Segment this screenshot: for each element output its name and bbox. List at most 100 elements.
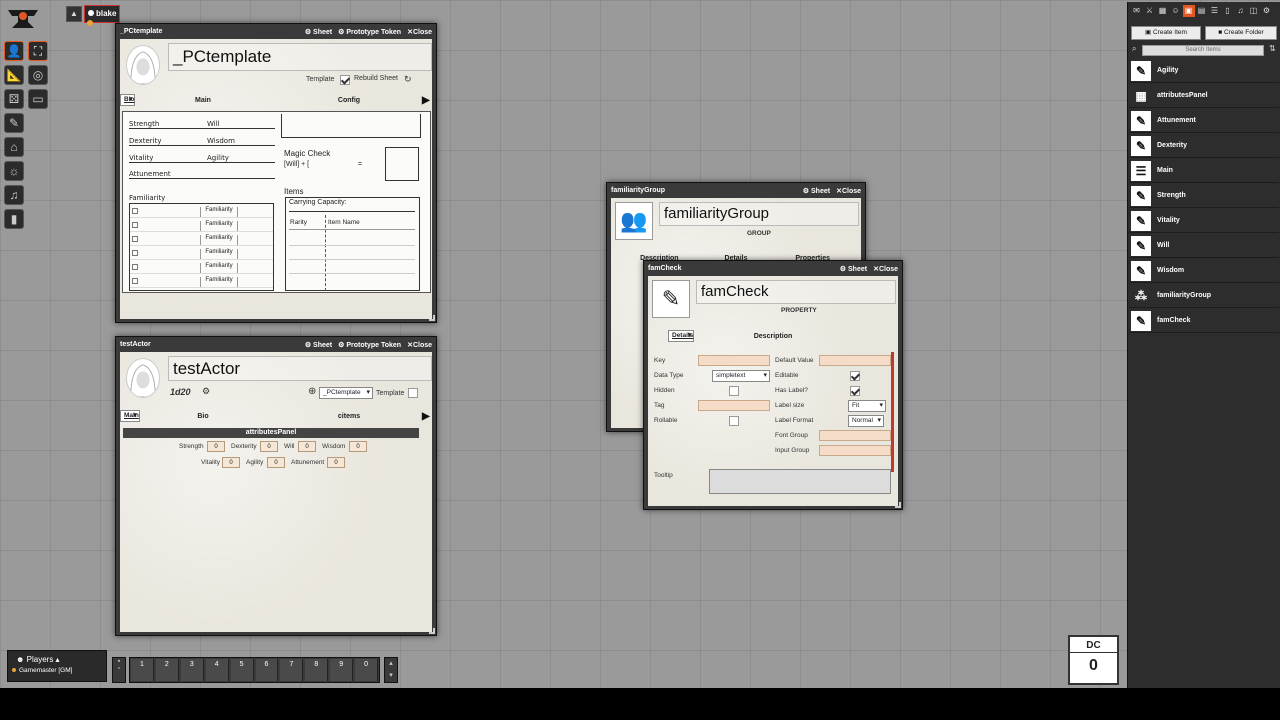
actor-name-field[interactable]: testActor bbox=[168, 356, 432, 381]
collapse-icon[interactable]: ⇅ bbox=[1269, 44, 1276, 53]
actors-icon[interactable]: ☺ bbox=[1170, 5, 1182, 17]
sidebar-item-vitality[interactable]: ✎ Vitality bbox=[1129, 209, 1279, 233]
checkbox[interactable] bbox=[132, 278, 138, 284]
hidden-checkbox[interactable] bbox=[729, 386, 739, 396]
cards-icon[interactable]: ▯ bbox=[1222, 5, 1234, 17]
hotbar-slot[interactable]: 6 bbox=[255, 659, 279, 681]
playlists-icon[interactable]: ♫ bbox=[1235, 5, 1247, 17]
resize-handle[interactable] bbox=[429, 315, 435, 321]
tooltip-textarea[interactable] bbox=[709, 469, 891, 494]
compendium-icon[interactable]: ◫ bbox=[1248, 5, 1260, 17]
checkbox[interactable] bbox=[132, 208, 138, 214]
music-icon[interactable]: ♫ bbox=[4, 185, 24, 205]
sidebar-item-agility[interactable]: ✎ Agility bbox=[1129, 59, 1279, 83]
sidebar-item-will[interactable]: ✎ Will bbox=[1129, 234, 1279, 258]
label-size-select[interactable]: Fit bbox=[848, 400, 886, 412]
bookmark-icon[interactable]: ▮ bbox=[4, 209, 24, 229]
template-checkbox[interactable] bbox=[408, 388, 418, 398]
wisdom-input[interactable]: 0 bbox=[349, 441, 367, 452]
key-input[interactable] bbox=[698, 355, 770, 366]
checkbox[interactable] bbox=[132, 250, 138, 256]
pencil-icon[interactable]: ✎ bbox=[4, 113, 24, 133]
players-panel[interactable]: ☻ Players ▴ Gamemaster [GM] bbox=[7, 650, 107, 682]
tab-description[interactable]: Description bbox=[668, 333, 878, 340]
sidebar-item-familiaritygroup[interactable]: ⁂ familiarityGroup bbox=[1129, 284, 1279, 308]
checkbox[interactable] bbox=[132, 264, 138, 270]
sidebar-item-strength[interactable]: ✎ Strength bbox=[1129, 184, 1279, 208]
window-header[interactable]: testActor ⚙ Sheet ⚙ Prototype Token ✕Clo… bbox=[120, 337, 432, 352]
tab-next-arrow-icon[interactable]: ▶ bbox=[422, 411, 432, 422]
sheet-button[interactable]: ⚙ Sheet bbox=[803, 187, 830, 195]
attunement-input[interactable]: 0 bbox=[327, 457, 345, 468]
hotbar-page-arrows[interactable]: ▴ ▾ bbox=[384, 657, 398, 683]
sidebar-item-attributespanel[interactable]: ▦ attributesPanel bbox=[1129, 84, 1279, 108]
tag-input[interactable] bbox=[698, 400, 770, 411]
window-header[interactable]: familiarityGroup ⚙ Sheet ✕Close bbox=[611, 183, 861, 198]
search-input[interactable]: Search Items bbox=[1142, 45, 1264, 56]
scene-tab[interactable]: blake bbox=[84, 5, 120, 26]
hotbar-slot[interactable]: 3 bbox=[180, 659, 204, 681]
target-icon[interactable]: ◎ bbox=[28, 65, 48, 85]
label-format-select[interactable]: Normal bbox=[848, 415, 884, 427]
scenes-icon[interactable]: ▦ bbox=[1157, 5, 1169, 17]
scrollbar[interactable] bbox=[891, 352, 894, 472]
resize-handle[interactable] bbox=[429, 628, 435, 634]
hotbar-slot[interactable]: 7 bbox=[280, 659, 304, 681]
item-name-field[interactable]: familiarityGroup bbox=[659, 202, 859, 226]
rebuild-sheet-icon[interactable]: ↻ bbox=[404, 74, 412, 85]
tables-icon[interactable]: ☰ bbox=[1209, 5, 1221, 17]
create-folder-button[interactable]: ■ Create Folder bbox=[1205, 26, 1277, 40]
token-controls-icon[interactable]: 👤 bbox=[4, 41, 24, 61]
agility-input[interactable]: 0 bbox=[267, 457, 285, 468]
editable-checkbox[interactable] bbox=[850, 371, 860, 381]
sheet-button[interactable]: ⚙ Sheet bbox=[305, 28, 332, 36]
hotbar-slot[interactable]: 1 bbox=[131, 659, 154, 681]
close-button[interactable]: ✕Close bbox=[407, 341, 432, 349]
hooded-avatar-icon[interactable] bbox=[126, 45, 160, 85]
tab-main[interactable]: Main bbox=[130, 97, 276, 104]
hooded-avatar-icon[interactable] bbox=[126, 358, 160, 398]
actor-name-field[interactable]: _PCtemplate bbox=[168, 43, 432, 71]
checkbox[interactable] bbox=[132, 236, 138, 242]
measure-icon[interactable]: 📐 bbox=[4, 65, 24, 85]
tab-bio[interactable]: Bio bbox=[120, 94, 136, 106]
hotbar-slot[interactable]: 0 bbox=[355, 659, 379, 681]
tape-icon[interactable]: ▭ bbox=[28, 89, 48, 109]
template-select[interactable]: _PCtemplate bbox=[319, 387, 373, 399]
hotbar-slot[interactable]: 8 bbox=[305, 659, 329, 681]
magic-check-result-box[interactable] bbox=[385, 147, 419, 181]
journal-icon[interactable]: ▤ bbox=[1196, 5, 1208, 17]
tab-bio[interactable]: Bio bbox=[130, 413, 276, 420]
tab-main[interactable]: Main bbox=[120, 410, 140, 422]
dc-widget[interactable]: DC 0 bbox=[1068, 635, 1119, 685]
vitality-input[interactable]: 0 bbox=[222, 457, 240, 468]
item-name-field[interactable]: famCheck bbox=[696, 280, 896, 304]
tab-citems[interactable]: citems bbox=[276, 413, 422, 420]
edit-icon[interactable]: ✎ bbox=[652, 280, 690, 318]
chat-icon[interactable]: ✉ bbox=[1131, 5, 1143, 17]
dexterity-input[interactable]: 0 bbox=[260, 441, 278, 452]
create-item-button[interactable]: ▣ Create Item bbox=[1131, 26, 1201, 40]
hotbar-slot[interactable]: 2 bbox=[155, 659, 179, 681]
fullscreen-icon[interactable]: ⛶ bbox=[28, 41, 48, 61]
data-type-select[interactable]: simpletext bbox=[712, 370, 770, 382]
dice-roll-icon[interactable]: ⚙ bbox=[202, 386, 210, 397]
sidebar-item-famcheck[interactable]: ✎ famCheck bbox=[1129, 309, 1279, 333]
hotbar-slot[interactable]: 4 bbox=[205, 659, 229, 681]
close-button[interactable]: ✕Close bbox=[873, 265, 898, 273]
combat-icon[interactable]: ⚔ bbox=[1144, 5, 1156, 17]
settings-icon[interactable]: ⚙ bbox=[1261, 5, 1273, 17]
font-group-input[interactable] bbox=[819, 430, 891, 441]
close-button[interactable]: ✕Close bbox=[407, 28, 432, 36]
lightbulb-icon[interactable]: ☼ bbox=[4, 161, 24, 181]
rollable-checkbox[interactable] bbox=[729, 416, 739, 426]
default-value-input[interactable] bbox=[819, 355, 891, 366]
prototype-token-button[interactable]: ⚙ Prototype Token bbox=[338, 28, 401, 36]
hotbar-slot[interactable]: 5 bbox=[230, 659, 254, 681]
strength-input[interactable]: 0 bbox=[207, 441, 225, 452]
hotbar-controls[interactable]: ▪ ▫ bbox=[112, 657, 126, 683]
sidebar-item-dexterity[interactable]: ✎ Dexterity bbox=[1129, 134, 1279, 158]
foundry-logo-icon[interactable] bbox=[6, 4, 40, 32]
sheet-button[interactable]: ⚙ Sheet bbox=[305, 341, 332, 349]
will-input[interactable]: 0 bbox=[298, 441, 316, 452]
